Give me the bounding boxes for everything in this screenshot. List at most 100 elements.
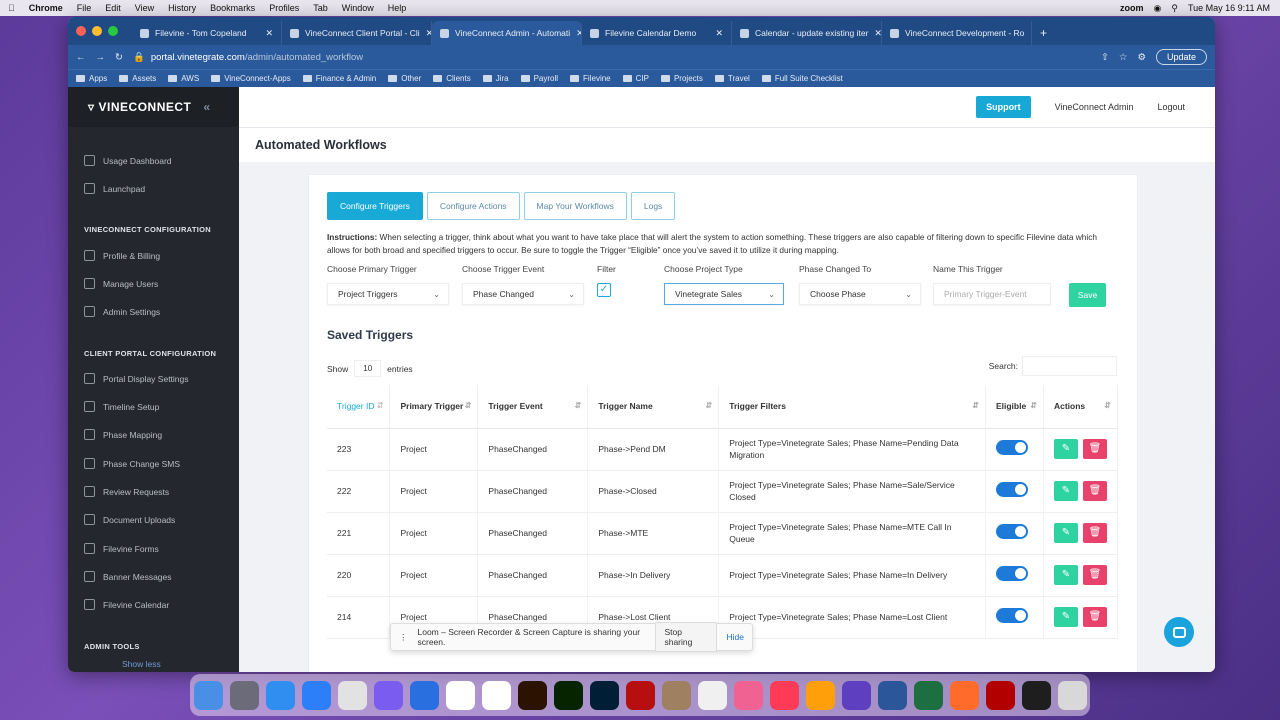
dock-app-icon[interactable] (589, 680, 619, 710)
dock-app-icon[interactable] (697, 680, 727, 710)
save-button[interactable]: Save (1069, 283, 1106, 307)
col-trigger-id[interactable]: Trigger ID ⇵ (327, 385, 391, 429)
menu-tab[interactable]: Tab (313, 3, 328, 13)
bookmark-vineconnect-apps[interactable]: VineConnect-Apps (211, 74, 291, 83)
sidebar-item-manage-users[interactable]: Manage Users (84, 278, 158, 289)
share-icon[interactable]: ⇧ (1101, 52, 1109, 63)
menu-file[interactable]: File (77, 3, 92, 13)
sidebar-item-portal-display[interactable]: Portal Display Settings (84, 373, 189, 384)
dock-app-icon[interactable] (985, 680, 1015, 710)
logo[interactable]: ▿ VINECONNECT « (68, 87, 239, 127)
bookmark-checklist[interactable]: Full Suite Checklist (762, 74, 843, 83)
menubar-app[interactable]: Chrome (29, 3, 63, 13)
edit-icon[interactable]: ✎ (1053, 523, 1078, 543)
dock-app-icon[interactable] (301, 680, 331, 710)
show-less-link[interactable]: Show less (122, 659, 161, 669)
chat-widget[interactable] (1164, 617, 1194, 647)
logout-link[interactable]: Logout (1157, 102, 1185, 112)
col-trigger-filters[interactable]: Trigger Filters ⇵ (718, 385, 986, 429)
stop-sharing-button[interactable]: Stop sharing (655, 622, 717, 652)
back-icon[interactable]: ← (76, 52, 86, 63)
url-field[interactable]: 🔒 portal.vinetegrate.com/admin/automated… (133, 48, 1091, 66)
sidebar-item-phase-mapping[interactable]: Phase Mapping (84, 429, 162, 440)
bookmark-other[interactable]: Other (388, 74, 421, 83)
dock-app-icon[interactable] (193, 680, 223, 710)
col-eligible[interactable]: Eligible ⇵ (985, 385, 1044, 429)
drag-handle-icon[interactable]: ⋮ (399, 632, 408, 643)
bookmark-projects[interactable]: Projects (661, 74, 703, 83)
sidebar-item-phase-sms[interactable]: Phase Change SMS (84, 458, 180, 469)
trash-icon[interactable]: 🗑 (1082, 607, 1107, 627)
dock-app-icon[interactable] (841, 680, 871, 710)
menu-view[interactable]: View (135, 3, 154, 13)
entries-select[interactable]: 10 (354, 360, 382, 377)
tab-close-icon[interactable]: ✕ (715, 28, 723, 39)
maximize-window-icon[interactable] (108, 26, 118, 36)
trash-icon[interactable]: 🗑 (1082, 523, 1107, 543)
wifi-icon[interactable]: ◉ (1154, 3, 1162, 14)
bookmark-filevine[interactable]: Filevine (570, 74, 611, 83)
bookmark-star-icon[interactable]: ☆ (1119, 52, 1128, 63)
sidebar-item-usage[interactable]: Usage Dashboard (84, 155, 172, 166)
filter-checkbox[interactable]: ✓ (597, 283, 611, 297)
browser-tab[interactable]: VineConnect Development - Ro✕ (882, 21, 1032, 45)
tab-configure-actions[interactable]: Configure Actions (426, 192, 520, 220)
bookmark-cip[interactable]: CIP (623, 74, 649, 83)
edit-icon[interactable]: ✎ (1053, 565, 1078, 585)
eligible-toggle[interactable] (995, 607, 1028, 623)
eligible-toggle[interactable] (995, 439, 1028, 455)
search-input[interactable] (1022, 356, 1117, 376)
sidebar-item-document-uploads[interactable]: Document Uploads (84, 514, 175, 525)
sidebar-item-timeline[interactable]: Timeline Setup (84, 401, 159, 412)
dock-app-icon[interactable] (1021, 680, 1051, 710)
eligible-toggle[interactable] (995, 523, 1028, 539)
browser-tab[interactable]: Filevine Calendar Demo ✕ (582, 21, 732, 45)
trigger-event-select[interactable]: Phase Changed ⌄ (462, 283, 584, 305)
browser-tab[interactable]: VineConnect Client Portal - Cli✕ (282, 21, 432, 45)
dock-app-icon[interactable] (949, 680, 979, 710)
browser-tab-active[interactable]: VineConnect Admin - Automati✕ (432, 21, 582, 45)
tab-close-icon[interactable]: ✕ (265, 28, 273, 39)
trash-icon[interactable]: 🗑 (1082, 481, 1107, 501)
minimize-window-icon[interactable] (92, 26, 102, 36)
sidebar-item-review-requests[interactable]: Review Requests (84, 486, 169, 497)
col-trigger-event[interactable]: Trigger Event ⇵ (477, 385, 589, 429)
primary-trigger-select[interactable]: Project Triggers ⌄ (327, 283, 449, 305)
sidebar-item-filevine-forms[interactable]: Filevine Forms (84, 543, 159, 554)
dock-app-icon[interactable] (661, 680, 691, 710)
lock-icon[interactable]: 🔒 (133, 52, 145, 63)
eligible-toggle[interactable] (995, 481, 1028, 497)
admin-user-menu[interactable]: VineConnect Admin (1055, 102, 1134, 112)
bookmark-apps[interactable]: Apps (76, 74, 107, 83)
tab-close-icon[interactable]: ✕ (874, 28, 881, 39)
bookmark-clients[interactable]: Clients (433, 74, 470, 83)
browser-tab[interactable]: Filevine - Tom Copeland ✕ (132, 21, 282, 45)
dock-app-icon[interactable] (805, 680, 835, 710)
bookmark-payroll[interactable]: Payroll (521, 74, 558, 83)
menu-edit[interactable]: Edit (105, 3, 121, 13)
bookmark-aws[interactable]: AWS (168, 74, 199, 83)
menu-history[interactable]: History (168, 3, 196, 13)
dock-app-icon[interactable] (517, 680, 547, 710)
menu-bookmarks[interactable]: Bookmarks (210, 3, 255, 13)
tab-configure-triggers[interactable]: Configure Triggers (327, 192, 423, 220)
eligible-toggle[interactable] (995, 565, 1028, 581)
zoom-status[interactable]: zoom (1120, 3, 1144, 13)
new-tab-icon[interactable]: + (1032, 21, 1058, 45)
trash-icon[interactable]: 🗑 (1082, 439, 1107, 459)
phase-select[interactable]: Choose Phase ⌄ (799, 283, 921, 305)
dock-app-icon[interactable] (409, 680, 439, 710)
support-button[interactable]: Support (976, 96, 1031, 118)
bookmark-jira[interactable]: Jira (483, 74, 509, 83)
dock-app-icon[interactable] (265, 680, 295, 710)
dock-app-icon[interactable] (337, 680, 367, 710)
collapse-sidebar-icon[interactable]: « (203, 100, 210, 114)
col-primary-trigger[interactable]: Primary Trigger ⇵ (389, 385, 479, 429)
edit-icon[interactable]: ✎ (1053, 481, 1078, 501)
sidebar-item-admin-settings[interactable]: Admin Settings (84, 306, 160, 317)
menu-profiles[interactable]: Profiles (269, 3, 299, 13)
dock-app-icon[interactable] (913, 680, 943, 710)
dock-app-icon[interactable] (445, 680, 475, 710)
col-actions[interactable]: Actions ⇵ (1043, 385, 1119, 429)
forward-icon[interactable]: → (96, 52, 106, 63)
